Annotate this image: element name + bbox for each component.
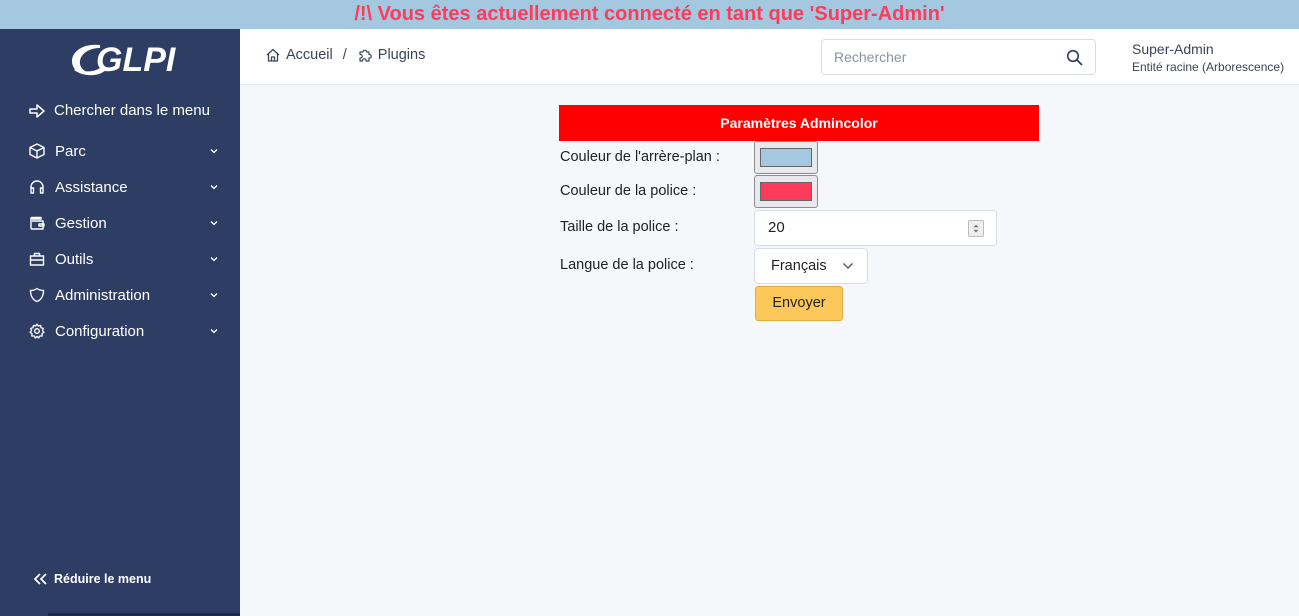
- glpi-logo[interactable]: GLPI: [70, 37, 180, 83]
- font-lang-select[interactable]: Français: [754, 248, 868, 284]
- font-size-input[interactable]: 20: [754, 210, 997, 246]
- chevron-down-icon: [210, 257, 218, 262]
- spinner-arrows-icon[interactable]: [968, 220, 984, 237]
- font-size-value: 20: [768, 219, 785, 236]
- breadcrumb-home-link[interactable]: Accueil: [265, 47, 333, 63]
- breadcrumb-separator: /: [342, 47, 347, 63]
- gear-icon: [29, 323, 45, 339]
- box-icon: [29, 143, 45, 159]
- chevron-down-icon: [210, 293, 218, 298]
- user-menu[interactable]: Super-Admin Entité racine (Arborescence): [1132, 41, 1284, 74]
- admin-warning-banner: /!\ Vous êtes actuellement connecté en t…: [0, 0, 1299, 29]
- submit-button[interactable]: Envoyer: [755, 286, 843, 321]
- top-header: Accueil / Plugins Super-Admin Entité rac…: [240, 29, 1299, 85]
- double-chevron-left-icon: [33, 573, 47, 585]
- font-size-label: Taille de la police :: [560, 219, 679, 235]
- puzzle-icon: [359, 49, 372, 62]
- bg-color-picker[interactable]: [754, 141, 818, 174]
- sidebar-item-assistance[interactable]: Assistance: [29, 169, 219, 205]
- chevron-down-icon: [210, 149, 218, 154]
- collapse-menu-button[interactable]: Réduire le menu: [33, 572, 151, 586]
- sidebar-item-label: Parc: [55, 142, 86, 160]
- sidebar-item-label: Gestion: [55, 214, 107, 232]
- font-color-fill: [760, 182, 812, 201]
- font-color-picker[interactable]: [754, 175, 818, 208]
- breadcrumb-plugins-link[interactable]: Plugins: [357, 47, 426, 63]
- chevron-down-icon: [210, 329, 218, 334]
- sidebar-item-label: Outils: [55, 250, 94, 268]
- sidebar: GLPI Chercher dans le menu Parc Assistan…: [0, 29, 240, 616]
- form-title: Paramètres Admincolor: [559, 105, 1039, 141]
- logo-text: GLPI: [96, 41, 177, 79]
- sidebar-menu: Parc Assistance Gestion Outils Administr…: [29, 133, 219, 349]
- bg-color-fill: [760, 148, 812, 167]
- breadcrumb-home-label: Accueil: [286, 47, 333, 63]
- breadcrumb: Accueil / Plugins: [265, 47, 425, 63]
- menu-search-label: Chercher dans le menu: [54, 102, 210, 119]
- sidebar-item-parc[interactable]: Parc: [29, 133, 219, 169]
- sidebar-item-label: Assistance: [55, 178, 128, 196]
- sidebar-item-outils[interactable]: Outils: [29, 241, 219, 277]
- shield-icon: [29, 287, 45, 303]
- bg-color-label: Couleur de l'arrère-plan :: [560, 149, 720, 165]
- chevron-down-icon: [210, 221, 218, 226]
- sidebar-item-gestion[interactable]: Gestion: [29, 205, 219, 241]
- font-color-label: Couleur de la police :: [560, 183, 697, 199]
- menu-search[interactable]: Chercher dans le menu: [29, 102, 210, 119]
- font-lang-label: Langue de la police :: [560, 257, 694, 273]
- sidebar-item-label: Administration: [55, 286, 151, 304]
- chevron-down-icon: [210, 185, 218, 190]
- sidebar-item-configuration[interactable]: Configuration: [29, 313, 219, 349]
- search-icon[interactable]: [1066, 49, 1083, 66]
- user-entity: Entité racine (Arborescence): [1132, 60, 1285, 74]
- headset-icon: [30, 180, 44, 194]
- sidebar-item-administration[interactable]: Administration: [29, 277, 219, 313]
- search-input[interactable]: [822, 40, 1052, 74]
- arrow-right-icon: [29, 103, 45, 118]
- breadcrumb-current-label: Plugins: [377, 47, 426, 63]
- chevron-down-icon: [843, 263, 853, 269]
- sidebar-item-label: Configuration: [55, 322, 145, 340]
- home-icon: [266, 48, 280, 62]
- user-name: Super-Admin: [1132, 41, 1214, 57]
- wallet-icon: [30, 216, 45, 230]
- collapse-menu-label: Réduire le menu: [54, 572, 152, 586]
- font-lang-value: Français: [771, 258, 827, 274]
- global-search: [821, 39, 1096, 75]
- briefcase-icon: [29, 252, 45, 266]
